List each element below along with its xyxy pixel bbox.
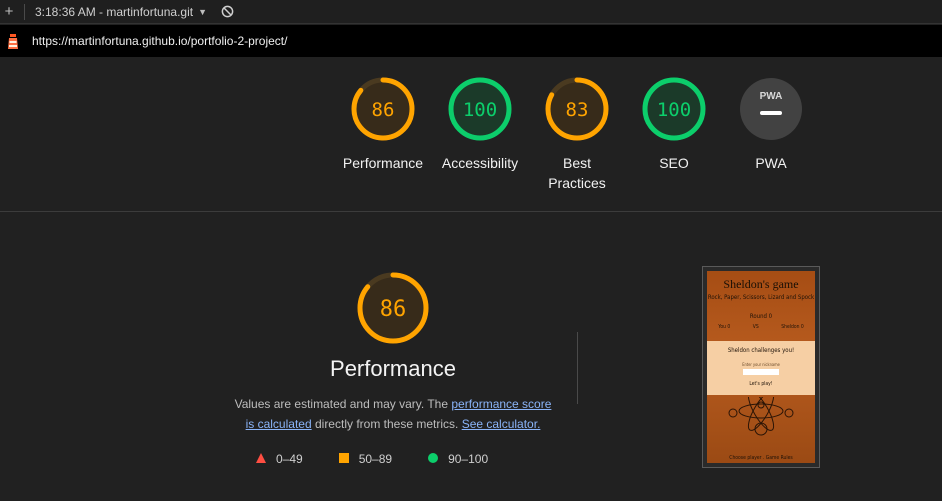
screenshot-challenge: Sheldon challenges you! xyxy=(727,347,795,354)
pwa-badge-text: PWA xyxy=(760,91,783,102)
pwa-dash-icon xyxy=(760,111,782,115)
see-calculator-link[interactable]: See calculator. xyxy=(462,417,541,431)
performance-big-score: 86 xyxy=(380,297,407,322)
gauge-best-practices[interactable]: 83 Best Practices xyxy=(527,76,627,193)
screenshot-round: Round 0 xyxy=(749,313,773,320)
red-triangle-icon xyxy=(256,452,266,466)
screenshot-sheldon: Sheldon 0 xyxy=(781,324,804,330)
screenshot-challenge-panel: Sheldon challenges you! Enter your nickn… xyxy=(707,341,815,395)
gauge-accessibility[interactable]: 100 Accessibility xyxy=(430,76,530,173)
performance-description: Values are estimated and may vary. The p… xyxy=(230,394,556,434)
gauge-ring-accessibility: 100 xyxy=(448,77,512,141)
gauge-label-accessibility: Accessibility xyxy=(441,155,519,171)
screenshot-subtitle: Rock, Paper, Scissors, Lizard and Spock xyxy=(707,294,815,301)
gauge-ring-pwa: PWA xyxy=(740,78,802,140)
url-bar: https://martinfortuna.github.io/portfoli… xyxy=(0,25,942,57)
legend-range-fail: 0–49 xyxy=(276,452,303,466)
page-url[interactable]: https://martinfortuna.github.io/portfoli… xyxy=(32,34,287,48)
gauge-label-pwa: PWA xyxy=(755,155,787,171)
gauge-score-best-practices: 83 xyxy=(566,99,589,121)
gauge-pwa[interactable]: PWA PWA xyxy=(721,76,821,173)
screenshot-you: You 0 xyxy=(718,324,731,330)
gauge-label-best-practices: Best Practices xyxy=(548,155,606,191)
screenshot-nickname: Enter your nickname xyxy=(742,362,780,367)
gauge-ring-performance: 86 xyxy=(351,77,415,141)
category-gauges: 86 Performance 100 Accessibility 83 Best Prac… xyxy=(0,76,942,196)
gauge-label-performance: Performance xyxy=(342,155,424,171)
page-screenshot-thumbnail[interactable]: Sheldon's game Rock, Paper, Scissors, Li… xyxy=(702,266,820,468)
screenshot-play: Let's play! xyxy=(749,381,773,387)
score-legend: 0–49 50–89 90–100 xyxy=(256,452,524,466)
plus-icon[interactable]: + xyxy=(0,3,18,20)
lighthouse-icon xyxy=(8,34,18,49)
gauge-score-performance: 86 xyxy=(372,99,395,121)
desc-text: Values are estimated and may vary. The xyxy=(234,397,452,411)
screenshot-vs: VS xyxy=(752,324,759,330)
atom-icon xyxy=(728,397,794,436)
gauge-label-seo: SEO xyxy=(659,155,689,171)
legend-range-average: 50–89 xyxy=(358,452,393,466)
screenshot-content: Sheldon's game Rock, Paper, Scissors, Li… xyxy=(707,271,815,463)
gauge-ring-seo: 100 xyxy=(642,77,706,141)
legend-item-pass: 90–100 xyxy=(428,452,488,466)
orange-square-icon xyxy=(338,452,349,466)
gauge-performance[interactable]: 86 Performance xyxy=(333,76,433,173)
gauge-seo[interactable]: 100 SEO xyxy=(624,76,724,173)
performance-heading: Performance xyxy=(330,356,456,381)
gauge-score-seo: 100 xyxy=(657,99,691,121)
no-entry-icon[interactable] xyxy=(221,5,234,18)
screenshot-footer: Choose player . Game Rules xyxy=(729,455,793,461)
tab-separator xyxy=(24,3,25,20)
green-circle-icon xyxy=(428,452,439,466)
tab-title[interactable]: 3:18:36 AM - martinfortuna.git xyxy=(35,5,193,19)
screenshot-scoreline: You 0 VS Sheldon 0 xyxy=(707,324,815,330)
performance-big-gauge[interactable]: 86 xyxy=(355,270,431,346)
vertical-divider xyxy=(577,332,578,404)
section-divider xyxy=(0,211,942,212)
browser-tab-bar: + 3:18:36 AM - martinfortuna.git ▼ xyxy=(0,0,942,24)
gauge-score-accessibility: 100 xyxy=(463,99,497,121)
gauge-ring-best-practices: 83 xyxy=(545,77,609,141)
performance-summary: 86 Performance Values are estimated and … xyxy=(230,270,556,434)
desc-text-2: directly from these metrics. xyxy=(311,417,462,431)
screenshot-title: Sheldon's game xyxy=(723,277,799,291)
screenshot-input xyxy=(743,369,779,375)
caret-down-icon[interactable]: ▼ xyxy=(198,7,207,17)
legend-item-fail: 0–49 xyxy=(256,452,303,466)
legend-range-pass: 90–100 xyxy=(448,452,489,466)
legend-item-average: 50–89 xyxy=(338,452,393,466)
